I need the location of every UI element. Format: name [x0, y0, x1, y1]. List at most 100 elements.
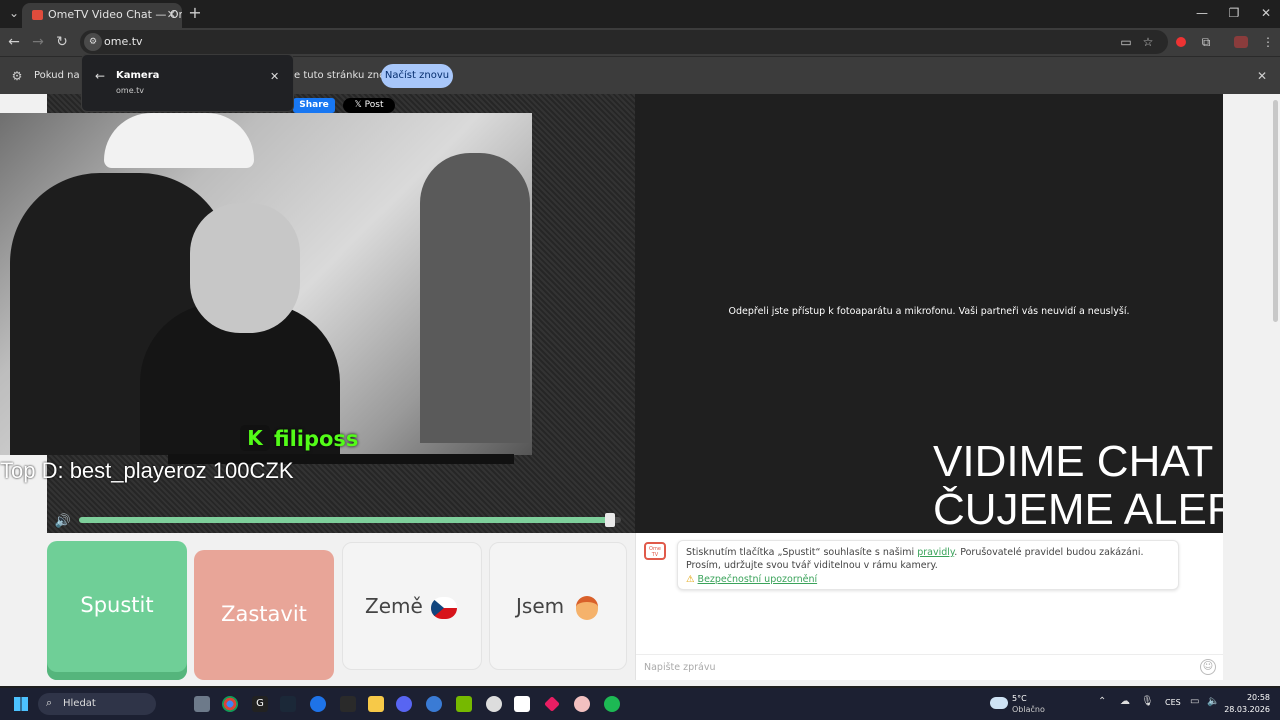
person-right — [420, 153, 530, 443]
tab-title: OmeTV Video Chat — Omegle — [48, 8, 182, 21]
person-emoji-icon — [576, 596, 598, 620]
language-indicator[interactable]: CES — [1165, 698, 1181, 707]
epic-games-icon[interactable] — [340, 696, 356, 712]
popup-close-icon[interactable]: ✕ — [270, 70, 279, 83]
file-explorer-icon[interactable] — [368, 696, 384, 712]
tab-bar: ⌄ OmeTV Video Chat — Omegle ✕ + — ❐ ✕ — [0, 0, 1280, 28]
site-info-icon[interactable]: ⚙ — [84, 33, 102, 51]
kick-logo-icon: K — [240, 425, 270, 451]
spotify-icon[interactable] — [604, 696, 620, 712]
windows-start-icon[interactable] — [14, 697, 28, 711]
capcut-icon[interactable] — [514, 696, 530, 712]
x-icon: 𝕏 — [354, 100, 365, 110]
task-view-icon[interactable] — [194, 696, 210, 712]
kick-username: filiposs — [274, 427, 359, 451]
page-right-margin — [1223, 94, 1280, 686]
webcam-feed — [0, 113, 532, 455]
address-bar[interactable]: ⚙ ome.tv — [80, 30, 1168, 54]
x-post-button[interactable]: 𝕏 Post — [343, 98, 395, 113]
emoji-icon[interactable]: ☺ — [1200, 659, 1216, 675]
address-text: ome.tv — [104, 35, 143, 48]
message-placeholder: Napište zprávu — [644, 662, 716, 673]
scrollbar-thumb[interactable] — [1273, 100, 1278, 322]
weather-desc: Oblačno — [1012, 705, 1045, 714]
back-icon[interactable]: ← — [2, 32, 26, 52]
overlay-line-1: VIDIME CHAT — [933, 437, 1214, 486]
network-icon[interactable]: ▭ — [1190, 696, 1199, 707]
volume-fill — [79, 517, 611, 523]
gender-label: Jsem — [516, 594, 565, 618]
ometv-logo-icon: Ome TV — [644, 542, 666, 560]
person-cap — [104, 113, 254, 168]
extensions-icon[interactable]: ⧉ — [1194, 32, 1218, 52]
x-post-label: Post — [364, 100, 384, 110]
tab-ometv[interactable]: OmeTV Video Chat — Omegle ✕ — [22, 3, 182, 28]
maximize-button[interactable]: ❐ — [1222, 3, 1246, 23]
chat-panel: Ome TV Stisknutím tlačítka „Spustit“ souh… — [635, 533, 1224, 680]
popup-back-icon[interactable]: ← — [95, 69, 105, 83]
microphone-icon[interactable]: 🎙 — [1141, 696, 1154, 707]
clock-time[interactable]: 20:58 — [1230, 693, 1270, 702]
top-donation-text: Top D: best_playeroz 100CZK — [0, 458, 294, 483]
clock-date[interactable]: 28.03.2026 — [1222, 705, 1270, 714]
weather-cloud-icon — [990, 697, 1008, 709]
gender-button[interactable]: Jsem — [489, 542, 627, 670]
windows-taskbar: ⌕ Hledat G 5°C Oblačno ⌃ ☁ 🎙 CES ▭ 🔈 20:… — [0, 688, 1280, 720]
nvidia-icon[interactable] — [456, 696, 472, 712]
person-face — [190, 203, 300, 333]
close-window-button[interactable]: ✕ — [1254, 3, 1278, 23]
chrome-icon[interactable] — [222, 696, 238, 712]
forward-icon[interactable]: → — [26, 32, 50, 52]
camera-permission-popup: ← Kamera ome.tv ✕ — [81, 54, 294, 112]
start-label: Spustit — [80, 593, 154, 617]
country-button[interactable]: Země — [342, 542, 482, 670]
message-input[interactable]: Napište zprávu ☺ — [636, 654, 1224, 680]
camera-denied-notice: Odepřeli jste přístup k fotoaparátu a mi… — [728, 306, 1130, 317]
popup-subtitle: ome.tv — [116, 86, 145, 95]
infobar-close-icon[interactable]: ✕ — [1250, 66, 1274, 86]
reload-icon[interactable]: ↻ — [50, 32, 74, 52]
start-button[interactable]: Spustit — [47, 541, 187, 680]
browser-toolbar: ← → ↻ ⚙ ome.tv ▭ ☆ ⧉ ⋮ — [0, 28, 1280, 56]
weather-temp: 5°C — [1012, 694, 1027, 703]
ometv-favicon-icon — [32, 10, 43, 20]
onedrive-icon[interactable]: ☁ — [1120, 696, 1130, 707]
stop-label: Zastavit — [221, 602, 307, 626]
app-globe-icon[interactable] — [426, 696, 442, 712]
rules-link[interactable]: pravidly — [917, 547, 954, 558]
message-text-1: Stisknutím tlačítka „Spustit“ souhlasíte… — [686, 547, 918, 558]
app-pink-icon[interactable] — [544, 696, 560, 712]
tab-close-icon[interactable]: ✕ — [167, 3, 176, 27]
facebook-share-button[interactable]: Share — [293, 98, 335, 113]
steam-icon[interactable] — [280, 696, 296, 712]
reload-page-button[interactable]: Načíst znovu — [381, 64, 453, 88]
app-avatar-icon[interactable] — [574, 696, 590, 712]
bookmark-star-icon[interactable]: ☆ — [1136, 32, 1160, 52]
volume-icon[interactable]: 🔊 — [51, 512, 75, 532]
volume-slider[interactable] — [79, 513, 621, 527]
speaker-icon[interactable]: 🔈 — [1207, 696, 1219, 707]
popup-title: Kamera — [116, 70, 160, 81]
facebook-share-label: Share — [299, 100, 329, 110]
app-g-icon[interactable]: G — [252, 696, 268, 712]
taskbar-search-label: Hledat — [63, 698, 96, 709]
stop-button[interactable]: Zastavit — [194, 550, 334, 680]
extension-red-icon[interactable] — [1176, 37, 1186, 47]
tray-chevron-icon[interactable]: ⌃ — [1098, 696, 1106, 707]
obs-icon[interactable] — [486, 696, 502, 712]
menu-icon[interactable]: ⋮ — [1256, 32, 1280, 52]
minimize-button[interactable]: — — [1190, 3, 1214, 23]
cast-icon[interactable]: ▭ — [1114, 32, 1138, 52]
safety-link[interactable]: Bezpečnostní upozornění — [698, 574, 818, 585]
taskbar-search[interactable]: ⌕ Hledat — [38, 693, 156, 715]
search-icon: ⌕ — [46, 696, 53, 709]
profile-avatar[interactable] — [1234, 36, 1248, 48]
discord-icon[interactable] — [396, 696, 412, 712]
settings-gear-icon: ⚙ — [11, 69, 23, 83]
app-blue-icon[interactable] — [310, 696, 326, 712]
new-tab-button[interactable]: + — [183, 3, 207, 23]
volume-handle[interactable] — [605, 513, 616, 527]
country-label: Země — [365, 594, 423, 618]
system-message: Stisknutím tlačítka „Spustit“ souhlasíte… — [677, 540, 1179, 590]
czech-flag-icon — [431, 597, 457, 619]
